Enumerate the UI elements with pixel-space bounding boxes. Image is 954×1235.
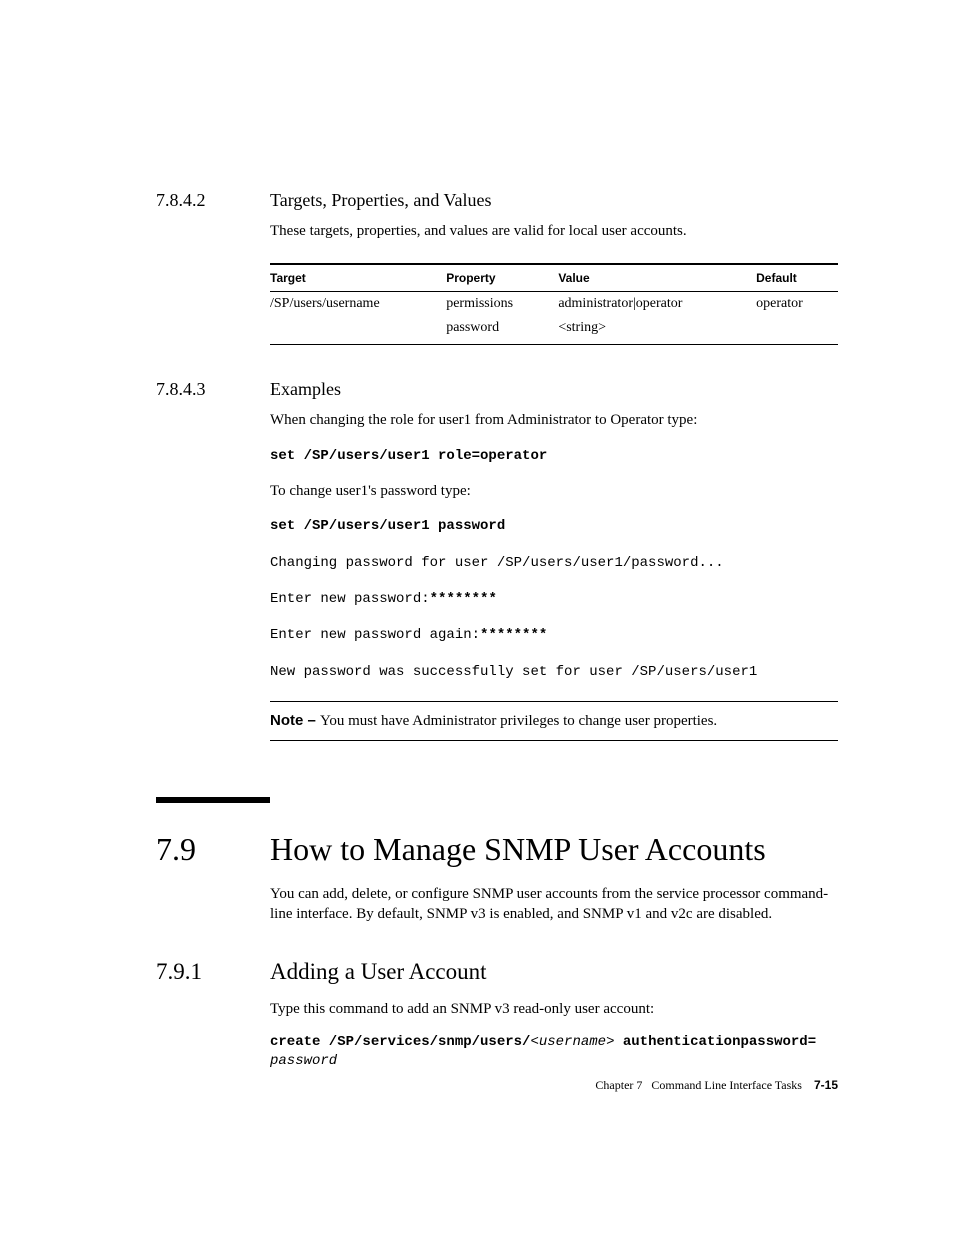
footer-page: 7-15	[814, 1078, 838, 1092]
heading-number: 7.9	[156, 831, 270, 868]
note-label: Note –	[270, 712, 320, 729]
td-default: operator	[756, 292, 838, 317]
th-value: Value	[558, 264, 756, 292]
heading-7-8-4-2: 7.8.4.2 Targets, Properties, and Values	[156, 190, 838, 211]
paragraph: You can add, delete, or configure SNMP u…	[270, 884, 838, 925]
heading-title: Targets, Properties, and Values	[270, 190, 492, 211]
th-property: Property	[446, 264, 558, 292]
heading-title: How to Manage SNMP User Accounts	[270, 831, 766, 868]
heading-number: 7.9.1	[156, 959, 270, 985]
heading-title: Adding a User Account	[270, 959, 487, 985]
code-output: Enter new password:	[270, 591, 430, 607]
td-target: /SP/users/username	[270, 292, 446, 317]
page-footer: Chapter 7 Command Line Interface Tasks 7-…	[595, 1078, 838, 1093]
code-seg: <username>	[530, 1034, 614, 1050]
table-row: /SP/users/username permissions administr…	[270, 292, 838, 317]
th-default: Default	[756, 264, 838, 292]
code-seg: create /SP/services/snmp/users/	[270, 1034, 530, 1050]
td-value: administrator|operator	[558, 292, 756, 317]
heading-title: Examples	[270, 379, 341, 400]
code-command: set /SP/users/user1 role=operator	[270, 448, 547, 464]
heading-number: 7.8.4.3	[156, 379, 270, 400]
heading-7-9: 7.9 How to Manage SNMP User Accounts	[156, 831, 838, 868]
note-box: Note – You must have Administrator privi…	[270, 701, 838, 741]
section-rule	[156, 797, 270, 803]
td-property: permissions	[446, 292, 558, 317]
heading-7-8-4-3: 7.8.4.3 Examples	[156, 379, 838, 400]
footer-title: Command Line Interface Tasks	[651, 1078, 802, 1092]
code-output: ********	[430, 591, 497, 607]
code-output: New password was successfully set for us…	[270, 664, 757, 680]
footer-chapter: Chapter 7	[595, 1078, 642, 1092]
td-value: <string>	[558, 316, 756, 345]
code-seg: authenticationpassword=	[614, 1034, 816, 1050]
paragraph: When changing the role for user1 from Ad…	[270, 410, 838, 430]
targets-table: Target Property Value Default /SP/users/…	[270, 263, 838, 345]
td-target	[270, 316, 446, 345]
heading-7-9-1: 7.9.1 Adding a User Account	[156, 959, 838, 985]
th-target: Target	[270, 264, 446, 292]
code-seg: password	[270, 1053, 337, 1069]
heading-number: 7.8.4.2	[156, 190, 270, 211]
code-output: Changing password for user /SP/users/use…	[270, 555, 724, 571]
paragraph: To change user1's password type:	[270, 481, 838, 501]
td-default	[756, 316, 838, 345]
paragraph: These targets, properties, and values ar…	[270, 221, 838, 241]
code-command: set /SP/users/user1 password	[270, 518, 505, 534]
code-output: Enter new password again:	[270, 627, 480, 643]
code-command: create /SP/services/snmp/users/<username…	[270, 1033, 838, 1072]
note-text: You must have Administrator privileges t…	[320, 713, 717, 729]
table-row: password <string>	[270, 316, 838, 345]
paragraph: Type this command to add an SNMP v3 read…	[270, 999, 838, 1019]
code-output: ********	[480, 627, 547, 643]
td-property: password	[446, 316, 558, 345]
